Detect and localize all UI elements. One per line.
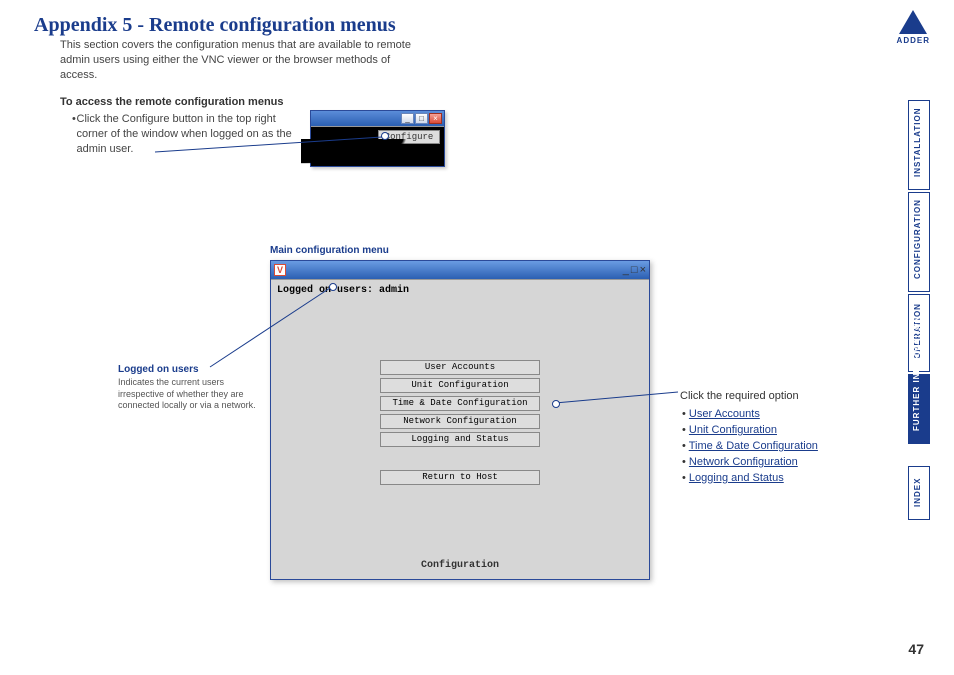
- return-to-host-button[interactable]: Return to Host: [380, 470, 540, 485]
- link-logging-status[interactable]: Logging and Status: [689, 472, 784, 484]
- close-icon[interactable]: ×: [640, 264, 646, 276]
- option-links-lead: Click the required option: [680, 390, 880, 402]
- nav-further-information[interactable]: FURTHER INFORMATION: [908, 374, 930, 444]
- link-network-configuration[interactable]: Network Configuration: [689, 456, 798, 468]
- link-time-date-configuration[interactable]: Time & Date Configuration: [689, 440, 818, 452]
- adder-logo: ADDER: [897, 10, 930, 45]
- unit-configuration-button[interactable]: Unit Configuration: [380, 378, 540, 393]
- access-heading: To access the remote configuration menus: [60, 96, 284, 108]
- access-steps: •Click the Configure button in the top r…: [72, 112, 292, 157]
- intro-text: This section covers the configuration me…: [60, 38, 430, 83]
- link-user-accounts[interactable]: User Accounts: [689, 408, 760, 420]
- logged-on-users-text: Logged on users: admin: [277, 285, 409, 296]
- titlebar: _ □ ×: [311, 111, 444, 126]
- logo-triangle-icon: [899, 10, 927, 34]
- configure-button[interactable]: Configure: [378, 130, 440, 144]
- network-configuration-button[interactable]: Network Configuration: [380, 414, 540, 429]
- time-date-configuration-button[interactable]: Time & Date Configuration: [380, 396, 540, 411]
- minimize-icon[interactable]: _: [623, 264, 629, 276]
- nav-index[interactable]: INDEX: [908, 466, 930, 520]
- configure-window: _ □ × Configure: [310, 110, 445, 167]
- logging-status-button[interactable]: Logging and Status: [380, 432, 540, 447]
- titlebar: V _ □ ×: [271, 261, 649, 279]
- nav-installation[interactable]: INSTALLATION: [908, 100, 930, 190]
- main-config-menu-label: Main configuration menu: [270, 245, 389, 256]
- window-footer-label: Configuration: [421, 560, 499, 571]
- page-title: Appendix 5 - Remote configuration menus: [34, 14, 396, 37]
- logo-text: ADDER: [897, 36, 930, 45]
- nav-configuration[interactable]: CONFIGURATION: [908, 192, 930, 292]
- main-config-window: V _ □ × Logged on users: admin User Acco…: [270, 260, 650, 580]
- link-unit-configuration[interactable]: Unit Configuration: [689, 424, 777, 436]
- logged-on-users-annotation-text: Indicates the current users irrespective…: [118, 377, 258, 412]
- maximize-icon[interactable]: □: [631, 264, 638, 276]
- vnc-icon: V: [274, 264, 286, 276]
- side-nav: INSTALLATION CONFIGURATION OPERATION FUR…: [908, 100, 930, 520]
- option-links-annotation: Click the required option User Accounts …: [680, 390, 880, 488]
- minimize-icon[interactable]: _: [401, 113, 414, 124]
- page-number: 47: [908, 641, 924, 657]
- access-step-1: Click the Configure button in the top ri…: [77, 112, 292, 157]
- user-accounts-button[interactable]: User Accounts: [380, 360, 540, 375]
- maximize-icon[interactable]: □: [415, 113, 428, 124]
- logged-on-users-annotation-title: Logged on users: [118, 364, 258, 375]
- close-icon[interactable]: ×: [429, 113, 442, 124]
